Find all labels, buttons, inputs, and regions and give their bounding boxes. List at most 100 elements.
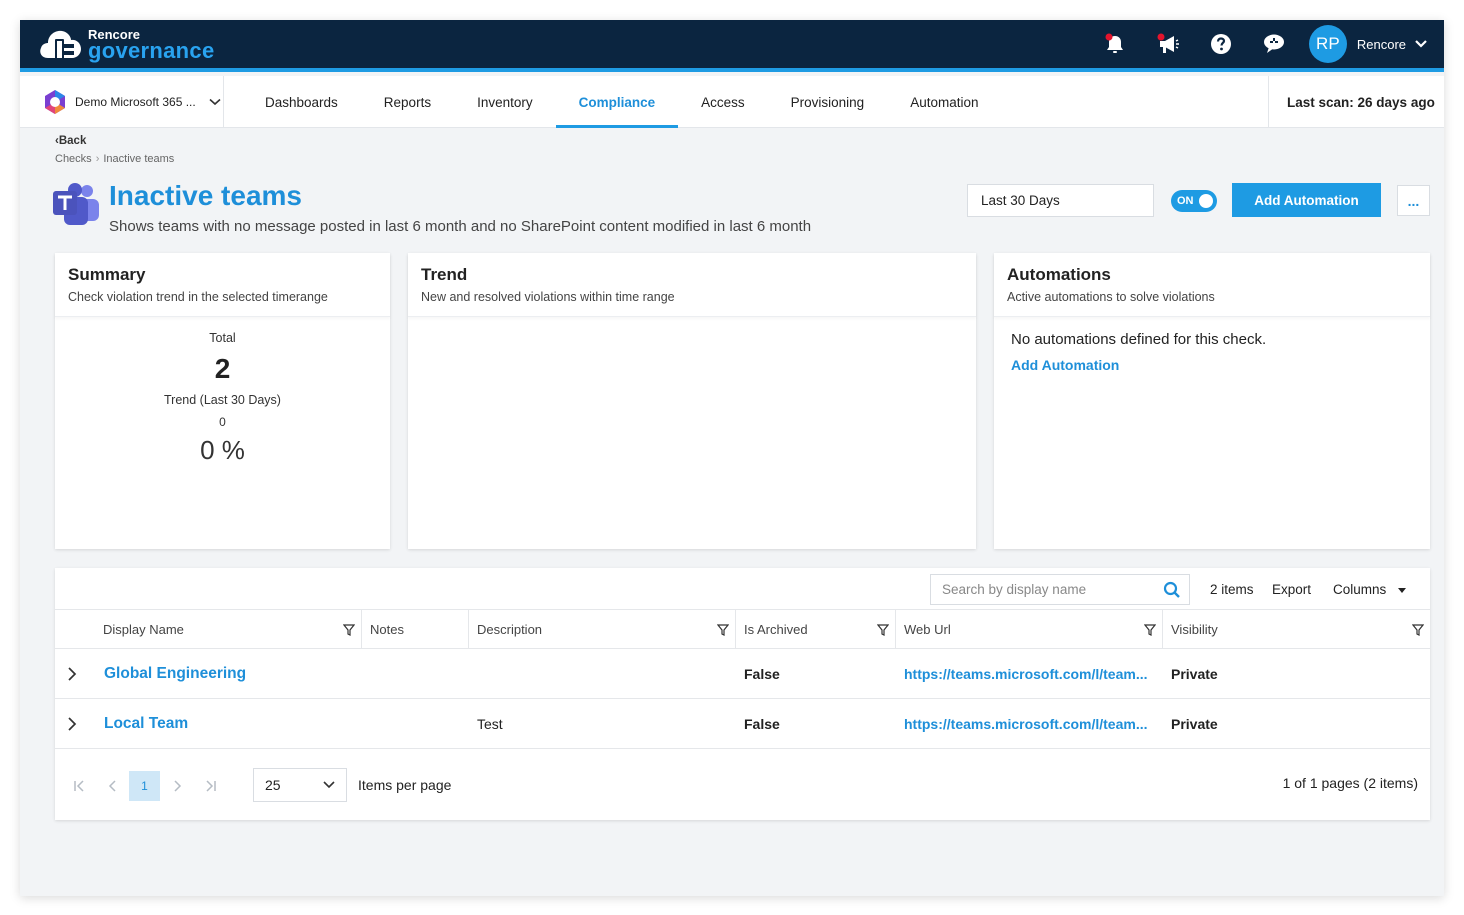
- announcements-button[interactable]: [1142, 20, 1195, 68]
- current-page-button[interactable]: 1: [129, 771, 160, 801]
- column-visibility[interactable]: Visibility: [1162, 610, 1430, 649]
- megaphone-icon: [1157, 33, 1180, 53]
- column-notes[interactable]: Notes: [361, 610, 468, 649]
- team-name-link[interactable]: Local Team: [96, 699, 361, 749]
- chevron-down-icon: [323, 781, 335, 789]
- nav-tab-compliance[interactable]: Compliance: [555, 76, 679, 128]
- chevron-right-icon: [174, 780, 182, 792]
- description-cell: [469, 649, 735, 699]
- table-toolbar: Search by display name 2 items Export Co…: [55, 568, 1430, 610]
- web-url-link[interactable]: https://teams.microsoft.com/l/team...: [896, 649, 1162, 699]
- toggle-knob: [1199, 194, 1213, 208]
- app-window: Rencore governance RP Rencore Demo Micro…: [20, 20, 1444, 896]
- toggle-label: ON: [1177, 195, 1194, 207]
- help-button[interactable]: [1195, 20, 1248, 68]
- search-icon[interactable]: [1163, 581, 1181, 599]
- column-display-name[interactable]: Display Name: [95, 610, 361, 649]
- next-page-button[interactable]: [164, 771, 190, 801]
- trend-percent: 0 %: [200, 435, 245, 465]
- nav-tab-automation[interactable]: Automation: [887, 76, 1001, 128]
- total-value: 2: [214, 353, 231, 384]
- filter-icon[interactable]: [343, 624, 355, 636]
- last-page-button[interactable]: [198, 771, 224, 801]
- user-name[interactable]: Rencore: [1357, 37, 1406, 52]
- filter-icon[interactable]: [1144, 624, 1156, 636]
- automations-empty-text: No automations defined for this check.: [1011, 331, 1267, 348]
- nav-tab-dashboards[interactable]: Dashboards: [242, 76, 361, 128]
- chevron-right-icon[interactable]: [65, 716, 79, 732]
- breadcrumb: Checks › Inactive teams: [55, 153, 174, 165]
- column-web-url[interactable]: Web Url: [895, 610, 1162, 649]
- breadcrumb-checks[interactable]: Checks: [55, 153, 92, 165]
- table-row[interactable]: Global Engineering False https://teams.m…: [55, 649, 1430, 699]
- tenant-selector[interactable]: Demo Microsoft 365 ...: [20, 76, 224, 128]
- chevron-down-icon[interactable]: [1414, 39, 1428, 49]
- page-size-value: 25: [265, 777, 281, 793]
- first-page-button[interactable]: [66, 771, 92, 801]
- column-description-label: Description: [477, 622, 543, 637]
- export-button[interactable]: Export: [1272, 582, 1311, 597]
- column-is-archived[interactable]: Is Archived: [735, 610, 895, 649]
- page-size-select[interactable]: 25: [253, 768, 347, 802]
- visibility-cell: Private: [1171, 666, 1218, 682]
- column-web-url-label: Web Url: [904, 622, 951, 637]
- table-header: Display Name Notes Description Is Archiv…: [55, 610, 1430, 649]
- breadcrumb-current: Inactive teams: [103, 153, 175, 165]
- column-is-archived-label: Is Archived: [744, 622, 808, 637]
- web-url-link[interactable]: https://teams.microsoft.com/l/team...: [896, 699, 1162, 749]
- column-notes-label: Notes: [370, 622, 404, 637]
- rencore-logo[interactable]: Rencore governance: [38, 25, 215, 65]
- team-name-link[interactable]: Global Engineering: [96, 649, 361, 699]
- previous-page-button[interactable]: [100, 771, 126, 801]
- top-bar: Rencore governance RP Rencore: [20, 20, 1444, 72]
- page-subtitle: Shows teams with no message posted in la…: [109, 218, 812, 235]
- teams-icon: [53, 183, 99, 225]
- back-label: Back: [58, 135, 87, 147]
- search-placeholder: Search by display name: [942, 582, 1087, 597]
- chevron-left-icon: [108, 780, 116, 792]
- description-cell: Test: [477, 716, 503, 732]
- m365-logo-icon: [45, 90, 65, 114]
- notifications-button[interactable]: [1089, 20, 1142, 68]
- last-page-icon: [206, 780, 216, 792]
- columns-button[interactable]: Columns: [1333, 582, 1407, 597]
- chevron-right-icon[interactable]: [65, 666, 79, 682]
- time-range-select[interactable]: Last 30 Days: [967, 184, 1154, 217]
- table-row[interactable]: Local Team Test False https://teams.micr…: [55, 699, 1430, 749]
- nav-tab-reports[interactable]: Reports: [361, 76, 454, 128]
- feedback-button[interactable]: [1248, 20, 1301, 68]
- bell-icon: [1105, 33, 1124, 53]
- add-automation-button[interactable]: Add Automation: [1232, 183, 1381, 217]
- pagination-info: 1 of 1 pages (2 items): [1282, 775, 1418, 791]
- user-avatar[interactable]: RP: [1308, 25, 1347, 63]
- total-label: Total: [209, 331, 236, 345]
- pagination: 1 25 Items per page 1 of 1 pages (2 item…: [55, 749, 1430, 820]
- nav-tab-access[interactable]: Access: [678, 76, 768, 128]
- filter-icon[interactable]: [1412, 624, 1424, 636]
- filter-icon[interactable]: [877, 624, 889, 636]
- more-options-button[interactable]: ...: [1397, 185, 1430, 216]
- automations-subtitle: Active automations to solve violations: [1007, 290, 1215, 304]
- automations-card: Automations Active automations to solve …: [994, 253, 1430, 549]
- main-nav: Dashboards Reports Inventory Compliance …: [242, 76, 1002, 128]
- cloud-logo-icon: [40, 30, 81, 60]
- nav-tab-provisioning[interactable]: Provisioning: [768, 76, 888, 128]
- last-scan-status: Last scan: 26 days ago: [1268, 76, 1444, 128]
- automations-title: Automations: [1007, 265, 1111, 284]
- trend-title: Trend: [421, 265, 468, 284]
- search-input[interactable]: Search by display name: [930, 574, 1190, 605]
- filter-icon[interactable]: [717, 624, 729, 636]
- header-actions: RP Rencore: [1089, 20, 1428, 68]
- violations-table: Search by display name 2 items Export Co…: [55, 568, 1430, 820]
- column-visibility-label: Visibility: [1171, 622, 1218, 637]
- chevron-right-icon: ›: [95, 153, 100, 165]
- trend-subtitle: New and resolved violations within time …: [421, 290, 675, 304]
- trend-value: 0: [219, 415, 226, 429]
- check-enabled-toggle[interactable]: ON: [1171, 190, 1217, 212]
- nav-tab-inventory[interactable]: Inventory: [454, 76, 556, 128]
- column-description[interactable]: Description: [468, 610, 735, 649]
- back-link[interactable]: ‹Back: [55, 135, 86, 147]
- help-icon: [1211, 34, 1232, 54]
- summary-card: Summary Check violation trend in the sel…: [55, 253, 390, 549]
- add-automation-link[interactable]: Add Automation: [1011, 357, 1119, 373]
